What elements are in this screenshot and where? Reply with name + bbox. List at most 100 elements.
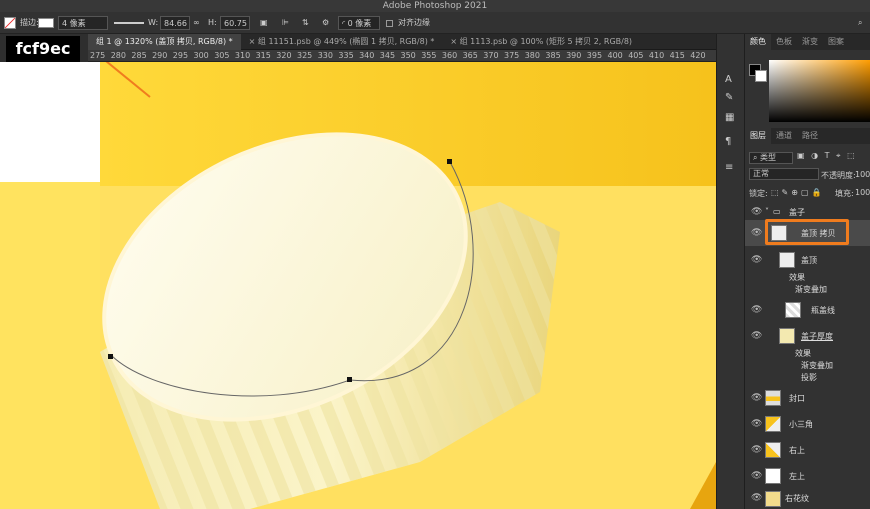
layer-thumbnail — [765, 416, 781, 432]
layer-lid-thickness[interactable]: 👁 盖子厚度 — [745, 324, 870, 348]
highlight-box — [765, 219, 849, 245]
tab-color[interactable]: 颜色 — [745, 34, 771, 50]
path-operations-icon[interactable]: ▣ — [260, 16, 268, 30]
layer-name: 瓶盖线 — [811, 306, 835, 315]
watermark-badge: fcf9ec — [6, 36, 80, 62]
document-canvas[interactable] — [0, 62, 716, 509]
corner-radius-value: 0 像素 — [347, 19, 372, 28]
brush-icon[interactable]: ✎ — [725, 92, 733, 103]
ruler-tick-label: 355 — [421, 51, 437, 60]
stroke-width-field[interactable]: 4 像素 — [58, 16, 108, 30]
tab-paths[interactable]: 路径 — [797, 128, 823, 144]
tab-layers[interactable]: 图层 — [745, 128, 771, 144]
adjustments-icon[interactable]: ≡ — [725, 162, 733, 173]
layer-cap-line[interactable]: 👁 瓶盖线 — [745, 298, 870, 322]
visibility-eye-icon[interactable]: 👁 — [751, 228, 762, 238]
layer-thumbnail — [765, 468, 781, 484]
layer-right-pattern[interactable]: 👁 右花纹 — [745, 488, 870, 509]
ruler-tick-label: 405 — [628, 51, 644, 60]
ruler-tick-label: 320 — [276, 51, 292, 60]
stroke-label: 描边: — [20, 18, 39, 27]
ruler-tick-label: 305 — [214, 51, 230, 60]
lock-icons[interactable]: ⬚✎⊕▢🔒 — [771, 188, 824, 197]
layer-top-left[interactable]: 👁 左上 — [745, 464, 870, 488]
link-icon[interactable]: ∞ — [193, 16, 200, 30]
path-alignment-icon[interactable]: ⊫ — [282, 16, 289, 30]
gear-icon[interactable]: ⚙ — [322, 16, 329, 30]
chevron-down-icon[interactable]: ˅ — [765, 207, 769, 216]
filter-kind-dropdown[interactable]: ⌕ 类型 — [749, 152, 793, 164]
layers-icon[interactable]: ▦ — [725, 112, 734, 123]
corner-radius-field[interactable]: ◜ 0 像素 — [338, 16, 380, 30]
layer-name: 右花纹 — [785, 494, 809, 503]
layer-name: 盖子 — [789, 208, 805, 217]
ruler-tick-label: 380 — [524, 51, 540, 60]
layer-small-triangle[interactable]: 👁 小三角 — [745, 412, 870, 436]
effects-label: 效果 — [795, 349, 811, 358]
layer-filter-icons[interactable]: ▣ ◑ T ⌖ ⬚ — [797, 151, 857, 161]
stroke-type-dropdown[interactable] — [114, 22, 144, 24]
tab-document-3[interactable]: × 组 1113.psb @ 100% (矩形 5 拷贝 2, RGB/8) — [442, 34, 640, 50]
visibility-eye-icon[interactable]: 👁 — [751, 419, 762, 429]
path-arrangement-icon[interactable]: ⇅ — [302, 16, 309, 30]
layer-name: 左上 — [789, 472, 805, 481]
align-edges-label: 对齐边缘 — [398, 18, 430, 27]
folder-icon: ▭ — [773, 207, 781, 216]
right-panels: 颜色 色板 渐变 图案 图层 通道 路径 ⌕ 类型 ▣ ◑ T ⌖ ⬚ 正常 不… — [744, 34, 870, 509]
background-color[interactable] — [755, 70, 767, 82]
color-picker-field[interactable] — [769, 60, 870, 122]
tab-gradients[interactable]: 渐变 — [797, 34, 823, 50]
visibility-eye-icon[interactable]: 👁 — [751, 445, 762, 455]
opacity-label: 不透明度: — [821, 171, 856, 180]
layer-effect-shadow[interactable]: 投影 — [745, 372, 870, 384]
layer-effects-row-2[interactable]: 效果 — [745, 348, 870, 360]
tab-document-1[interactable]: 组 1 @ 1320% (盖顶 拷贝, RGB/8) * — [88, 34, 241, 50]
layer-thumbnail — [785, 302, 801, 318]
layer-name: 右上 — [789, 446, 805, 455]
tab-channels[interactable]: 通道 — [771, 128, 797, 144]
layer-name: 小三角 — [789, 420, 813, 429]
ruler-tick-label: 290 — [152, 51, 168, 60]
tab-patterns[interactable]: 图案 — [823, 34, 849, 50]
character-panel-icon[interactable]: A — [725, 74, 732, 85]
document-tabs: 组 1 @ 1320% (盖顶 拷贝, RGB/8) * × 组 11151.p… — [88, 34, 716, 50]
fill-value[interactable]: 100% — [855, 188, 870, 197]
layer-thumbnail — [765, 491, 781, 507]
search-icon[interactable]: ⌕ — [858, 16, 862, 30]
stroke-swatch[interactable] — [38, 18, 54, 28]
layer-top-right[interactable]: 👁 右上 — [745, 438, 870, 462]
layer-effects-row[interactable]: 效果 — [745, 272, 870, 284]
align-edges-checkbox[interactable] — [386, 20, 393, 27]
tab-document-2[interactable]: × 组 11151.psb @ 449% (椭圆 1 拷贝, RGB/8) * — [241, 34, 443, 50]
layer-effect-gradient-2[interactable]: 渐变叠加 — [745, 360, 870, 372]
ruler-tick-label: 415 — [669, 51, 685, 60]
layer-thumbnail — [765, 442, 781, 458]
ruler-tick-label: 345 — [379, 51, 396, 60]
layer-name: 封口 — [789, 394, 805, 403]
ruler-tick-label: 295 — [172, 51, 189, 60]
opacity-value[interactable]: 100% — [855, 170, 870, 179]
blend-mode-dropdown[interactable]: 正常 — [749, 168, 819, 180]
fill-swatch-icon[interactable] — [4, 17, 16, 29]
visibility-eye-icon[interactable]: 👁 — [751, 393, 762, 403]
panel-icon-strip: A ✎ ▦ ¶ ≡ — [716, 34, 744, 509]
layer-thumbnail — [765, 390, 781, 406]
visibility-eye-icon[interactable]: 👁 — [751, 305, 762, 315]
visibility-eye-icon[interactable]: 👁 — [751, 207, 762, 217]
w-label: W: — [148, 18, 159, 27]
layer-group-lid[interactable]: 👁 ˅ ▭ 盖子 — [745, 204, 870, 220]
ruler-tick-label: 420 — [690, 51, 706, 60]
layer-seal[interactable]: 👁 封口 — [745, 386, 870, 410]
ruler-tick-label: 375 — [504, 51, 520, 60]
tab-swatches[interactable]: 色板 — [771, 34, 797, 50]
visibility-eye-icon[interactable]: 👁 — [751, 493, 762, 503]
visibility-eye-icon[interactable]: 👁 — [751, 331, 762, 341]
layer-effect-gradient[interactable]: 渐变叠加 — [745, 284, 870, 296]
height-field[interactable]: 60.75 像 — [220, 16, 250, 30]
visibility-eye-icon[interactable]: 👁 — [751, 471, 762, 481]
layer-lid-top[interactable]: 👁 盖顶 — [745, 248, 870, 272]
visibility-eye-icon[interactable]: 👁 — [751, 255, 762, 265]
options-bar: 描边: 4 像素 W: 84.66 像 ∞ H: 60.75 像 ▣ ⊫ ⇅ ⚙… — [0, 12, 870, 34]
paragraph-icon[interactable]: ¶ — [725, 136, 731, 147]
width-field[interactable]: 84.66 像 — [160, 16, 190, 30]
